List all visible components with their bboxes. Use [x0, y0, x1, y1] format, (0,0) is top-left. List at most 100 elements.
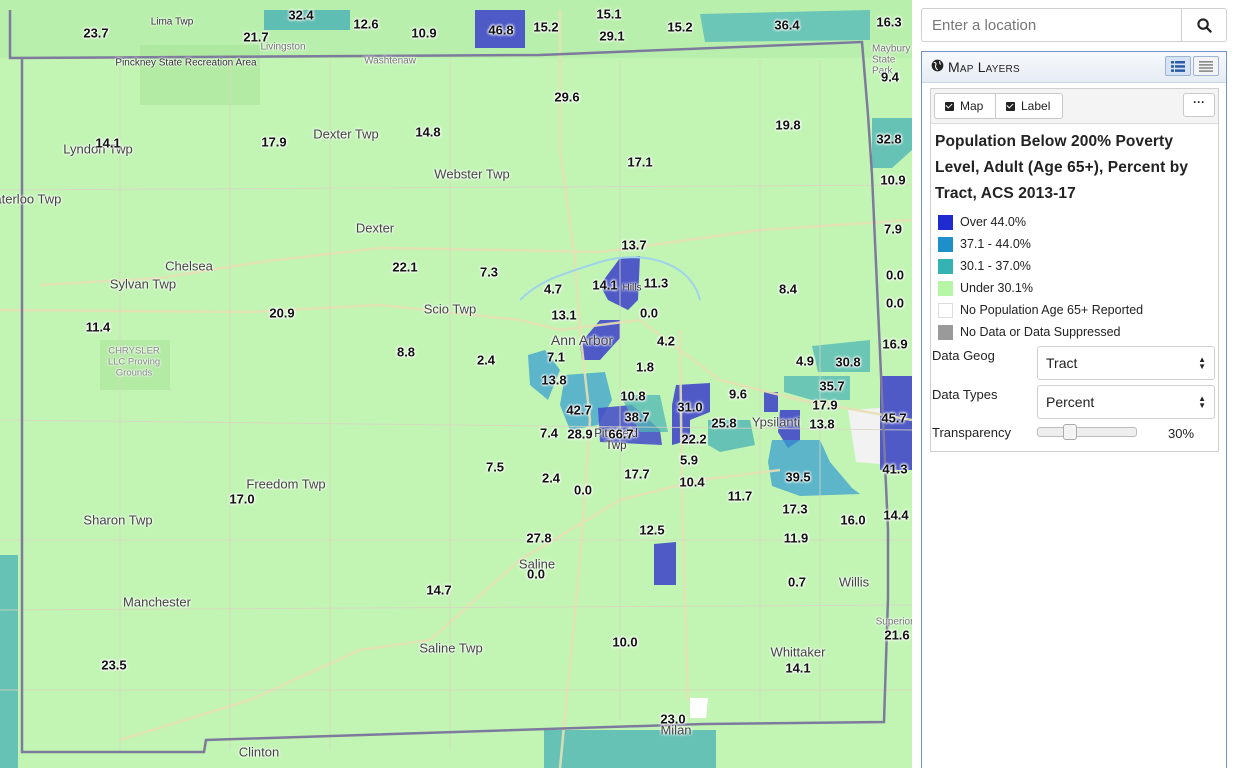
legend-label: Over 44.0%	[960, 215, 1027, 229]
data-geog-value: Tract	[1046, 355, 1078, 371]
place-label: Ann Arbor	[550, 332, 614, 348]
legend-label: 30.1 - 37.0%	[960, 259, 1031, 273]
legend-item: Under 30.1%	[938, 277, 1143, 299]
legend-swatch	[938, 236, 953, 252]
tract-value-label: 12.5	[639, 522, 665, 538]
label-toggle-label: Label	[1021, 99, 1051, 113]
map-toggle[interactable]: Map	[934, 93, 996, 119]
select-arrows-icon: ▲ ▼	[1198, 355, 1206, 371]
tract-value-label: 11.9	[783, 530, 809, 546]
tract-value-label: 4.7	[543, 281, 563, 297]
transparency-label: Transparency	[932, 425, 1011, 440]
tract-value-label: 27.8	[526, 530, 552, 546]
tract-value-label: 31.0	[677, 399, 703, 415]
map-canvas[interactable]: Pinckney State Recreation Area Lyndon Tw…	[0, 0, 912, 768]
tract-value-label: 7.3	[479, 264, 499, 280]
legend-item: 30.1 - 37.0%	[938, 255, 1143, 277]
location-search-input[interactable]	[922, 9, 1182, 41]
layer-toolbar: Map Label ···	[931, 89, 1218, 124]
tract-value-label: 16.9	[882, 336, 908, 352]
tract-value-label: 7.5	[485, 459, 505, 475]
panel-title: Map Layers	[948, 59, 1020, 75]
tract-value-label: 14.7	[426, 582, 452, 598]
place-label: Pinckney State Recreation Area	[115, 57, 257, 69]
legend-label: No Data or Data Suppressed	[960, 325, 1121, 339]
tract-37-44	[768, 440, 860, 496]
legend-label: 37.1 - 44.0%	[960, 237, 1031, 251]
tract-value-label: 22.1	[392, 259, 418, 275]
tract-value-label: 7.4	[539, 425, 559, 441]
tract-value-label: 29.6	[554, 89, 580, 105]
tract-value-label: 7.9	[883, 221, 903, 237]
tract-value-label: 25.8	[711, 415, 737, 431]
tract-value-label: 12.6	[353, 16, 379, 32]
data-types-value: Percent	[1046, 394, 1095, 410]
place-label: Whittaker	[770, 644, 826, 660]
tract-value-label: 17.1	[627, 154, 653, 170]
tract-value-label: 10.8	[620, 388, 646, 404]
tract-value-label: 19.8	[775, 117, 801, 133]
tract-value-label: 22.2	[681, 431, 707, 447]
tract-value-label: 10.9	[411, 25, 437, 41]
tract-value-label: 8.4	[778, 281, 798, 297]
list-icon	[1199, 60, 1213, 72]
tract-value-label: 20.9	[269, 305, 295, 321]
tract-value-label: 21.7	[243, 29, 269, 45]
tract-value-label: 13.8	[541, 372, 567, 388]
tract-value-label: 17.7	[624, 466, 650, 482]
tract-value-label: 35.7	[819, 378, 845, 394]
place-label: Scio Twp	[423, 301, 477, 317]
tract-value-label: 66.7	[608, 426, 634, 442]
tract-value-label: 32.4	[288, 7, 314, 23]
legend-swatch	[938, 214, 953, 230]
legend-swatch	[938, 324, 953, 340]
transparency-value: 30%	[1168, 426, 1195, 441]
place-label: Superior Twp	[875, 616, 912, 628]
tract-value-label: 17.3	[782, 501, 808, 517]
list-view-button[interactable]	[1193, 56, 1219, 76]
tract-value-label: 23.7	[83, 25, 109, 41]
tract-value-label: 14.8	[415, 124, 441, 140]
tract-value-label: 46.8	[488, 22, 514, 38]
place-label: Sylvan Twp	[109, 276, 177, 292]
tract-value-label: 1.8	[635, 359, 655, 375]
label-toggle[interactable]: Label	[995, 93, 1063, 119]
place-label: Chelsea	[165, 258, 213, 274]
tract-value-label: 10.9	[880, 172, 906, 188]
tract-value-label: 0.0	[885, 295, 905, 311]
tract-value-label: 39.5	[785, 469, 811, 485]
tract-value-label: 10.4	[679, 474, 705, 490]
tract-value-label: 14.1	[592, 277, 618, 293]
search-button[interactable]	[1181, 9, 1226, 41]
panel-divider	[912, 0, 920, 768]
data-geog-select[interactable]: Tract ▲ ▼	[1037, 346, 1215, 380]
more-options-button[interactable]: ···	[1183, 93, 1215, 117]
search-icon	[1196, 17, 1212, 33]
place-label: Washtenaw	[364, 55, 416, 67]
map-toggle-label: Map	[960, 99, 984, 113]
tract-value-label: 11.3	[643, 275, 669, 291]
detail-view-button[interactable]	[1165, 56, 1191, 76]
place-label: Willis	[838, 574, 870, 590]
tract-value-label: 0.0	[526, 566, 546, 582]
tract-value-label: 9.6	[728, 386, 748, 402]
place-label: Saline Twp	[419, 640, 483, 656]
tract-value-label: 11.7	[727, 488, 753, 504]
tract-value-label: 42.7	[566, 402, 592, 418]
select-arrows-icon: ▲ ▼	[1198, 394, 1206, 410]
tract-value-label: 10.0	[612, 634, 638, 650]
no-population-tract	[848, 408, 880, 464]
transparency-slider-handle[interactable]	[1063, 424, 1077, 440]
tract-value-label: 15.2	[667, 19, 693, 35]
place-label: Sharon Twp	[83, 512, 153, 528]
place-label: Waterloo Twp	[0, 191, 62, 207]
tract-value-label: 7.1	[546, 349, 566, 365]
tract-value-label: 29.1	[599, 28, 625, 44]
tract-value-label: 17.0	[229, 491, 255, 507]
place-label: Ypsilanti	[751, 414, 801, 430]
tract-value-label: 13.7	[621, 237, 647, 253]
transparency-slider[interactable]	[1037, 424, 1137, 440]
tract-value-label: 13.1	[551, 307, 577, 323]
list-detail-icon	[1171, 60, 1185, 72]
data-types-select[interactable]: Percent ▲ ▼	[1037, 385, 1215, 419]
